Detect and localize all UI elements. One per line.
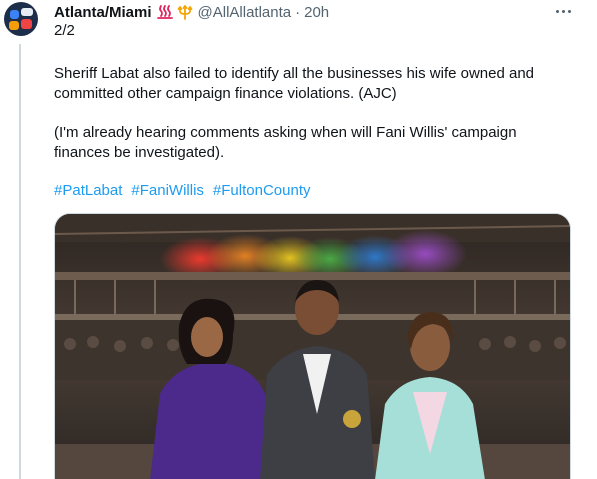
- hashtag-patlabat[interactable]: #PatLabat: [54, 181, 122, 201]
- display-name[interactable]: Atlanta/Miami: [54, 4, 152, 21]
- tweet-photo[interactable]: [54, 213, 571, 479]
- thread-connector-line: [19, 44, 21, 479]
- trident-icon: [177, 5, 192, 20]
- timestamp[interactable]: 20h: [304, 4, 329, 21]
- thread-count: 2/2: [54, 22, 75, 39]
- tweet-text-paragraph-2: (I'm already hearing comments asking whe…: [54, 124, 517, 161]
- separator-dot: ·: [295, 3, 301, 21]
- user-handle[interactable]: @AllAllatlanta: [198, 4, 292, 21]
- photo-three-people-at-event: [55, 214, 570, 479]
- more-options-icon[interactable]: [552, 3, 574, 19]
- name-emoji-group: [156, 3, 194, 21]
- avatar[interactable]: [4, 2, 38, 36]
- hashtag-fultoncounty[interactable]: #FultonCounty: [213, 181, 311, 201]
- hashtag-faniwillis[interactable]: #FaniWillis: [131, 181, 204, 201]
- tweet-text-paragraph-1: Sheriff Labat also failed to identify al…: [54, 65, 535, 102]
- hashtag-row: #PatLabat #FaniWillis #FultonCounty: [54, 181, 310, 201]
- hot-springs-icon: [156, 5, 173, 19]
- tweet-header: Atlanta/Miami @AllAllatlanta · 20h: [54, 2, 329, 22]
